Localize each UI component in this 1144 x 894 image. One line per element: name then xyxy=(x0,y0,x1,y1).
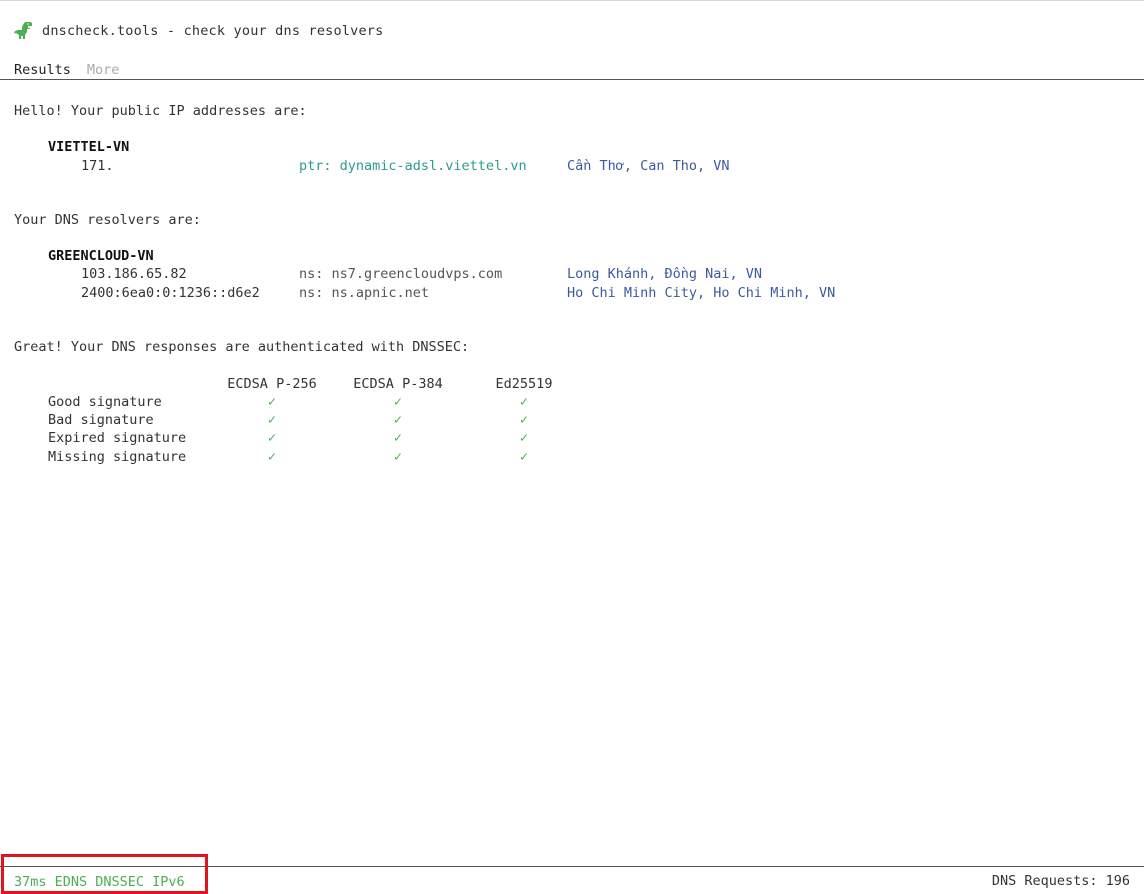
dnssec-col-header: ECDSA P-384 xyxy=(353,375,443,392)
check-icon: ✓ xyxy=(267,448,277,465)
app-window: dnscheck.tools - check your dns resolver… xyxy=(0,0,1144,894)
public-ip-location: Cần Thơ, Can Tho, VN xyxy=(567,157,730,174)
resolver-row: 2400:6ea0:0:1236::d6e2 ns: ns.apnic.net … xyxy=(14,284,1130,302)
check-icon: ✓ xyxy=(519,448,529,465)
nav-divider xyxy=(0,79,1144,80)
dnssec-section: Great! Your DNS responses are authentica… xyxy=(14,338,1130,466)
nav-more-link[interactable]: More xyxy=(87,62,120,78)
check-icon: ✓ xyxy=(393,430,403,447)
nav-tabs: Results More xyxy=(14,62,119,78)
resolvers-section: Your DNS resolvers are: GREENCLOUD-VN 10… xyxy=(14,211,1130,302)
results-content: Hello! Your public IP addresses are: VIE… xyxy=(14,102,1130,502)
check-icon: ✓ xyxy=(519,412,529,429)
check-icon: ✓ xyxy=(267,430,277,447)
public-ip-section: Hello! Your public IP addresses are: VIE… xyxy=(14,102,1130,175)
check-icon: ✓ xyxy=(519,393,529,410)
site-title[interactable]: dnscheck.tools - check your dns resolver… xyxy=(42,23,383,39)
check-icon: ✓ xyxy=(393,393,403,410)
public-ip-org: VIETTEL-VN xyxy=(48,139,130,156)
dnssec-row: Expired signature ✓ ✓ ✓ xyxy=(48,429,572,447)
dns-request-count: DNS Requests: 196 xyxy=(991,873,1130,889)
dnssec-col-header: ECDSA P-256 xyxy=(227,375,317,392)
resolvers-org: GREENCLOUD-VN xyxy=(48,248,154,265)
site-header: dnscheck.tools - check your dns resolver… xyxy=(14,21,383,41)
check-icon: ✓ xyxy=(393,412,403,429)
dnssec-row: Good signature ✓ ✓ ✓ xyxy=(48,393,572,411)
public-ip-intro: Hello! Your public IP addresses are: xyxy=(14,103,307,119)
check-icon: ✓ xyxy=(267,393,277,410)
dinosaur-icon[interactable] xyxy=(14,21,34,41)
public-ip-ptr: ptr: dynamic-adsl.viettel.vn xyxy=(299,157,527,174)
resolvers-intro: Your DNS resolvers are: xyxy=(14,211,201,228)
nav-results-link[interactable]: Results xyxy=(14,62,71,78)
check-icon: ✓ xyxy=(393,448,403,465)
dnssec-row-label: Bad signature xyxy=(48,412,154,429)
dnssec-header-row: ECDSA P-256 ECDSA P-384 Ed25519 xyxy=(48,374,572,392)
dnssec-row: Bad signature ✓ ✓ ✓ xyxy=(48,411,572,429)
check-icon: ✓ xyxy=(267,412,277,429)
highlight-box xyxy=(1,854,208,894)
dnssec-header-empty xyxy=(48,374,224,392)
resolver-ns: ns: ns.apnic.net xyxy=(299,284,430,301)
dnssec-row-label: Missing signature xyxy=(48,448,187,465)
resolver-ip: 2400:6ea0:0:1236::d6e2 xyxy=(81,284,260,301)
check-icon: ✓ xyxy=(519,430,529,447)
public-ip-address: 171. xyxy=(81,157,114,174)
dnssec-col-header: Ed25519 xyxy=(495,375,553,392)
resolver-row: 103.186.65.82 ns: ns7.greencloudvps.com … xyxy=(14,265,1130,283)
dnssec-row-label: Good signature xyxy=(48,393,162,410)
public-ip-row: 171. ptr: dynamic-adsl.viettel.vn Cần Th… xyxy=(14,157,1130,175)
resolver-location: Long Khánh, Đồng Nai, VN xyxy=(567,266,763,283)
dnssec-row-label: Expired signature xyxy=(48,430,187,447)
resolver-location: Ho Chi Minh City, Ho Chi Minh, VN xyxy=(567,284,836,301)
resolver-ns: ns: ns7.greencloudvps.com xyxy=(299,266,503,283)
dnssec-table: ECDSA P-256 ECDSA P-384 Ed25519 Good sig… xyxy=(48,374,572,465)
resolver-ip: 103.186.65.82 xyxy=(81,266,187,283)
dnssec-intro: Great! Your DNS responses are authentica… xyxy=(14,339,470,356)
dnssec-row: Missing signature ✓ ✓ ✓ xyxy=(48,448,572,466)
